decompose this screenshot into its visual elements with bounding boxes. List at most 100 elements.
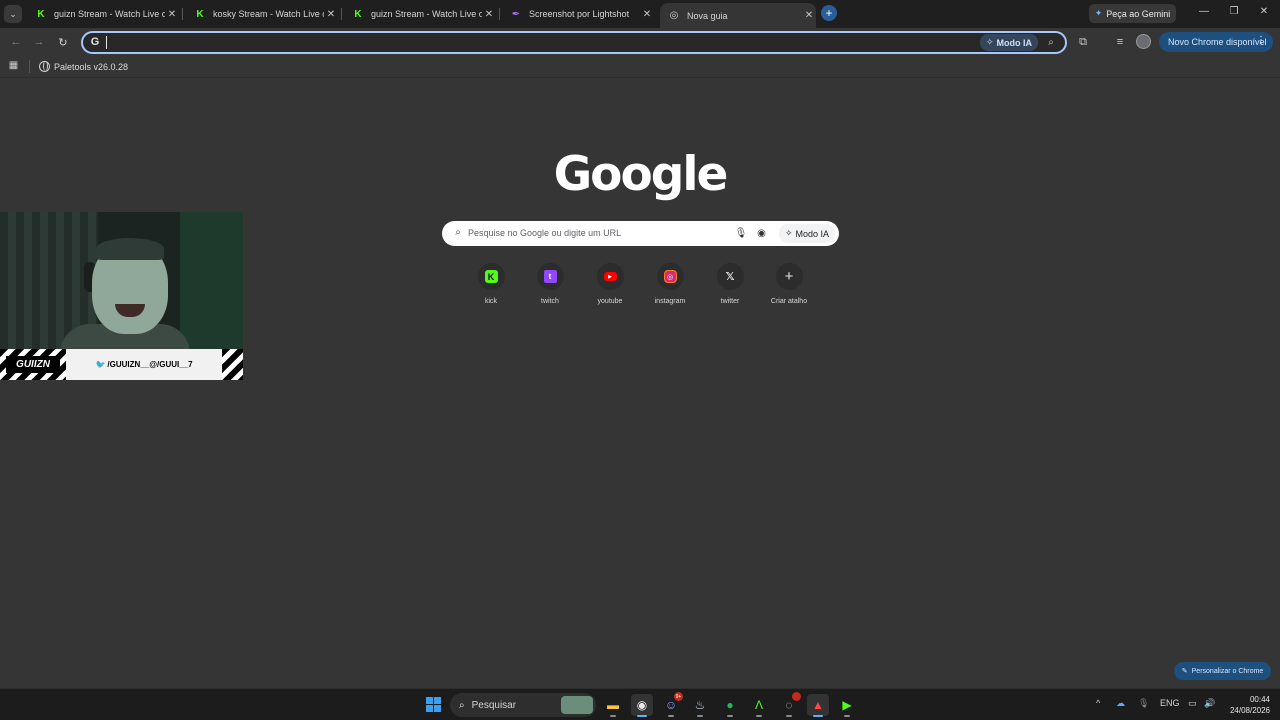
menu-dots-icon[interactable]: ⋮: [1256, 35, 1266, 46]
start-tile: [434, 697, 441, 704]
kick-icon: K: [354, 8, 362, 20]
customize-label: Personalizar o Chrome: [1191, 667, 1264, 675]
search-input[interactable]: [468, 224, 728, 242]
chrome-update-button[interactable]: Novo Chrome disponível ⋮: [1159, 32, 1273, 52]
tab-guizn-2[interactable]: K guizn Stream - Watch Live on Kick ✕: [344, 0, 496, 28]
close-icon[interactable]: ✕: [324, 9, 338, 20]
back-button[interactable]: ←: [8, 34, 24, 50]
gemini-label: Peça ao Gemini: [1106, 8, 1171, 19]
tab-strip: ⌄ K guizn Stream - Watch Live on Kick ✕ …: [0, 0, 1280, 28]
tab-separator: [499, 8, 500, 20]
running-indicator: [786, 715, 792, 717]
shortcut-instagram[interactable]: ◎ instagram: [640, 263, 700, 315]
close-icon[interactable]: ✕: [640, 9, 654, 20]
reading-list-icon[interactable]: ≡: [1112, 34, 1128, 50]
shortcut-youtube[interactable]: ▶ youtube: [580, 263, 640, 315]
network-icon[interactable]: ▭: [1188, 698, 1197, 709]
spotify-icon[interactable]: ●: [719, 694, 741, 717]
forward-button[interactable]: →: [31, 34, 47, 50]
steam-icon[interactable]: ♨: [689, 694, 711, 717]
tab-kosky[interactable]: K kosky Stream - Watch Live on Kick ✕: [186, 0, 338, 28]
extensions-icon[interactable]: ⧉: [1075, 34, 1091, 50]
instagram-icon: ◎: [663, 270, 677, 283]
onedrive-icon[interactable]: ☁: [1116, 698, 1125, 709]
tab-guizn-1[interactable]: K guizn Stream - Watch Live on Kick ✕: [27, 0, 179, 28]
webcam-window: [180, 212, 243, 349]
running-indicator: [756, 715, 762, 717]
maximize-button[interactable]: ❐: [1227, 6, 1241, 17]
tab-title: Screenshot por Lightshot: [529, 9, 630, 19]
windows-start-icon[interactable]: [426, 697, 441, 712]
minimize-button[interactable]: —: [1197, 6, 1211, 17]
bookmark-paletools[interactable]: Paletools v26.0.28: [39, 59, 128, 74]
close-icon[interactable]: ✕: [165, 9, 179, 20]
tab-nova-guia[interactable]: ◎ Nova guia ✕: [660, 3, 816, 28]
language-indicator[interactable]: ENG: [1160, 698, 1180, 708]
google-searchbox[interactable]: ⌕ 🎙 ◉ ✧ Modo IA: [442, 221, 839, 246]
start-tile: [426, 705, 433, 712]
running-indicator: [697, 715, 703, 717]
tab-separator: [182, 8, 183, 20]
close-window-button[interactable]: ✕: [1257, 6, 1271, 17]
taskbar-clock[interactable]: 00:44 24/08/2026: [1222, 694, 1270, 716]
modo-ia-label: Modo IA: [795, 228, 830, 239]
google-lens-icon[interactable]: ◉: [755, 226, 768, 240]
address-input[interactable]: [109, 34, 969, 51]
bookmarks-bar: ▦ Paletools v26.0.28: [0, 56, 1280, 78]
twitch-icon: t: [543, 270, 557, 283]
webcam-person-hair: [96, 238, 164, 260]
twitter-bird-icon: 🐦: [95, 360, 106, 369]
customize-chrome-button[interactable]: ✎ Personalizar o Chrome: [1174, 662, 1271, 680]
microphone-icon[interactable]: 🎙: [735, 226, 748, 240]
running-indicator: [844, 715, 850, 717]
tray-overflow-icon[interactable]: ^: [1096, 698, 1100, 708]
running-indicator: [727, 715, 733, 717]
taskbar-search[interactable]: ⌕ Pesquisar: [450, 693, 596, 717]
shortcut-add[interactable]: + Criar atalho: [759, 263, 819, 315]
bookmark-label: Paletools v26.0.28: [54, 61, 129, 72]
banner-stripes-right: [222, 349, 243, 380]
chrome-icon: ◎: [669, 10, 679, 21]
shortcut-twitter[interactable]: 𝕏 twitter: [700, 263, 760, 315]
clock-time: 00:44: [1249, 695, 1270, 704]
tab-lightshot[interactable]: ✒ Screenshot por Lightshot ✕: [502, 0, 654, 28]
shortcut-label: kick: [484, 298, 498, 305]
close-icon[interactable]: ✕: [482, 9, 496, 20]
close-icon[interactable]: ✕: [802, 10, 816, 21]
windows-taskbar: ⌕ Pesquisar ▬ ◉ ☺ 9+ ♨ ● Λ ◌ ▲ ▶ ^ ☁ 🎙 EN…: [0, 688, 1280, 720]
shortcut-twitch[interactable]: t twitch: [520, 263, 580, 315]
modo-ia-button[interactable]: ✧ Modo IA: [779, 224, 835, 243]
shortcuts-grid: K kick t twitch ▶ youtube ◎ instagram 𝕏 …: [461, 263, 819, 315]
ea-app-icon[interactable]: ▲: [807, 694, 829, 717]
zoom-search-icon[interactable]: ⌕: [1044, 35, 1058, 49]
tab-search-button[interactable]: ⌄: [4, 5, 22, 23]
banner-stripes-left: GUIIZN: [0, 349, 66, 380]
shortcut-label: twitter: [720, 298, 740, 305]
omnibox[interactable]: G ✧ Modo IA ⌕: [81, 31, 1067, 54]
modo-ia-omnibox-button[interactable]: ✧ Modo IA: [980, 34, 1038, 51]
apps-grid-icon[interactable]: ▦: [8, 60, 19, 71]
plus-icon: +: [784, 268, 794, 285]
kick-app-icon[interactable]: ▶: [836, 694, 858, 717]
avatar[interactable]: [1136, 34, 1151, 49]
volume-icon[interactable]: 🔊: [1204, 698, 1215, 709]
pencil-icon: ✎: [1181, 668, 1188, 675]
start-tile: [434, 705, 441, 712]
shortcut-tile: K: [477, 263, 505, 290]
new-tab-button[interactable]: +: [821, 5, 837, 21]
shortcut-label: Criar atalho: [770, 298, 808, 305]
search-highlight-image: [561, 696, 593, 714]
microphone-icon[interactable]: 🎙: [1138, 698, 1149, 709]
reload-button[interactable]: ↻: [55, 34, 71, 50]
chrome-icon[interactable]: ◉: [631, 694, 653, 717]
discord-icon[interactable]: ☺ 9+: [660, 692, 683, 717]
chevron-down-icon: ⌄: [9, 8, 17, 19]
shortcut-kick[interactable]: K kick: [461, 263, 521, 315]
shortcut-tile: +: [775, 263, 803, 290]
streaming-app-icon[interactable]: Λ: [748, 694, 770, 717]
file-explorer-icon[interactable]: ▬: [602, 694, 624, 717]
gemini-button[interactable]: ✦ Peça ao Gemini: [1089, 4, 1176, 23]
running-indicator: [610, 715, 616, 717]
x-icon: 𝕏: [725, 271, 735, 283]
obs-icon[interactable]: ◌: [778, 692, 801, 717]
